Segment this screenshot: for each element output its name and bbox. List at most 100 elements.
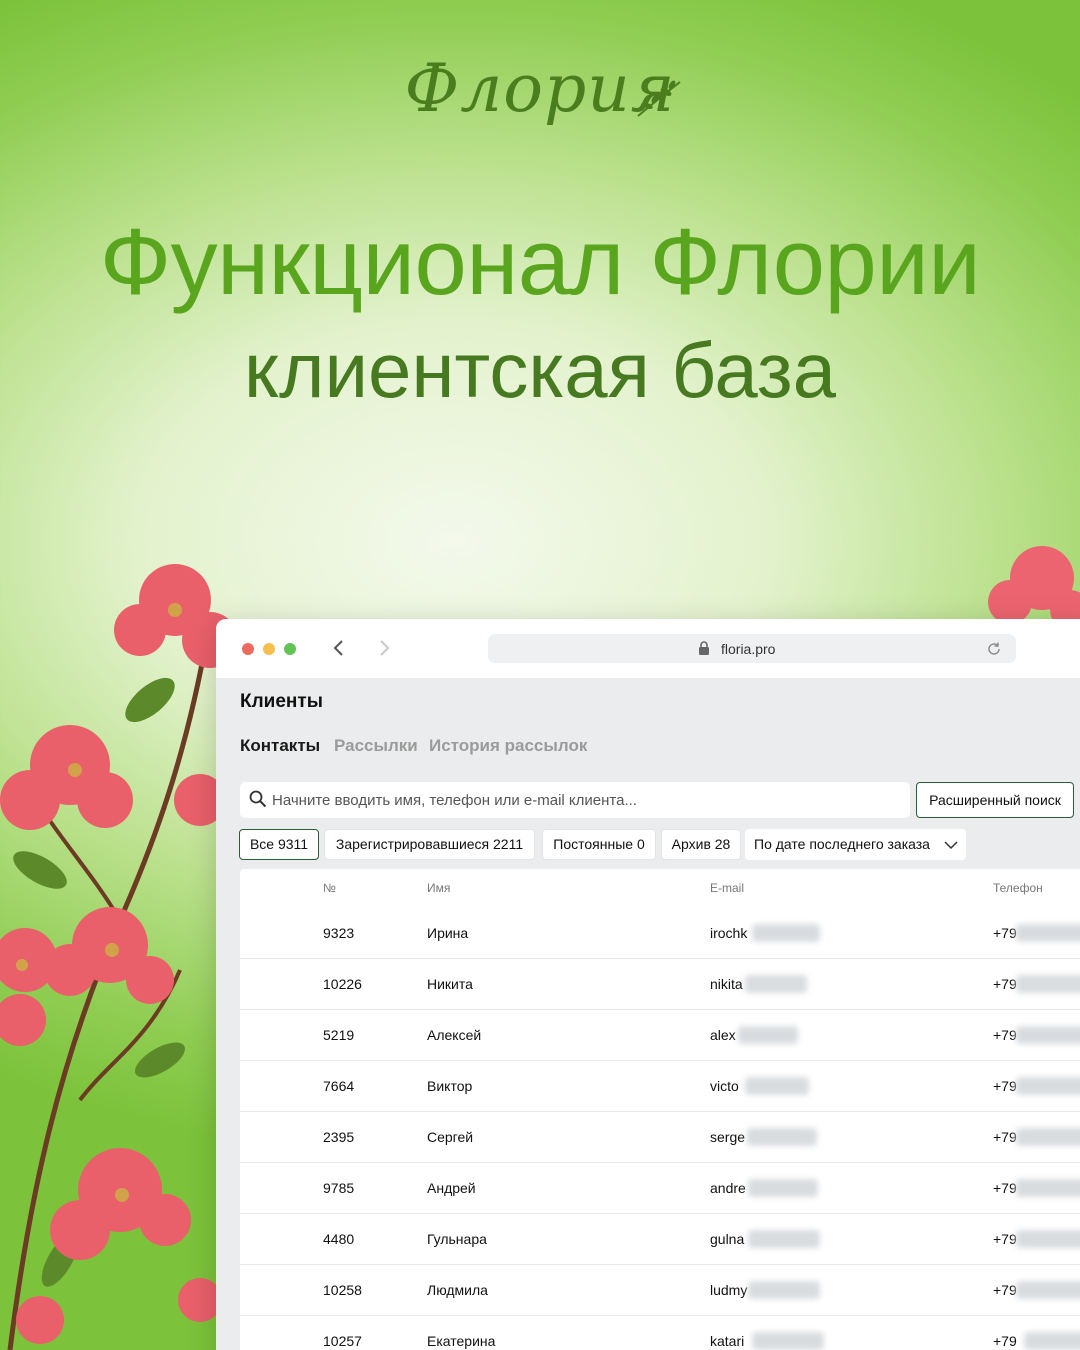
row-number: 9323 <box>323 925 355 941</box>
advanced-search-button[interactable]: Расширенный поиск <box>916 782 1074 818</box>
back-arrow-icon[interactable] <box>329 638 349 658</box>
phone-redaction <box>1016 1128 1080 1146</box>
column-header-name[interactable]: Имя <box>427 881 450 895</box>
flower-branch-illustration <box>0 564 230 1350</box>
email-redaction <box>745 1077 809 1095</box>
row-number: 5219 <box>323 1027 355 1043</box>
client-search <box>240 782 910 818</box>
table-row[interactable]: 9785 Андрей andre +79 <box>240 1163 1080 1214</box>
browser-window: floria.pro Клиенты Контакты Рассылки Ист… <box>216 619 1080 1350</box>
column-header-phone[interactable]: Телефон <box>993 881 1043 895</box>
clients-table: № Имя E-mail Телефон 9323 Ирина irochk +… <box>240 869 1080 1350</box>
table-row[interactable]: 9323 Ирина irochk +79 <box>240 908 1080 959</box>
row-email: ludmy <box>710 1282 748 1298</box>
tab-mailings[interactable]: Рассылки <box>334 736 418 756</box>
minimize-window-button[interactable] <box>263 643 275 655</box>
phone-redaction <box>1024 1332 1080 1350</box>
flower-corner-illustration <box>988 546 1080 630</box>
email-redaction <box>748 1179 818 1197</box>
row-number: 2395 <box>323 1129 355 1145</box>
column-header-number[interactable]: № <box>323 881 336 895</box>
row-email: victo <box>710 1078 739 1094</box>
row-phone: +79 <box>993 1333 1017 1349</box>
filter-registered[interactable]: Зарегистрировавшиеся 2211 <box>324 829 535 860</box>
row-number: 10226 <box>323 976 362 992</box>
email-redaction <box>752 924 820 942</box>
reload-icon[interactable] <box>986 641 1002 657</box>
row-phone: +79 <box>993 1231 1017 1247</box>
row-name: Виктор <box>427 1078 473 1094</box>
email-redaction <box>748 1230 820 1248</box>
search-input[interactable] <box>272 782 892 818</box>
address-bar[interactable]: floria.pro <box>488 634 1016 663</box>
email-redaction <box>752 1332 824 1350</box>
row-email: nikita <box>710 976 743 992</box>
row-name: Никита <box>427 976 473 992</box>
sort-selected-label: По дате последнего заказа <box>754 836 930 852</box>
phone-redaction <box>1016 1179 1080 1197</box>
table-row[interactable]: 4480 Гульнара gulna +79 <box>240 1214 1080 1265</box>
table-row[interactable]: 10226 Никита nikita +79 <box>240 959 1080 1010</box>
row-email: andre <box>710 1180 746 1196</box>
row-phone: +79 <box>993 1180 1017 1196</box>
email-redaction <box>748 1281 820 1299</box>
row-name: Андрей <box>427 1180 476 1196</box>
column-header-email[interactable]: E-mail <box>710 881 744 895</box>
tab-mailing-history[interactable]: История рассылок <box>429 736 587 756</box>
row-name: Сергей <box>427 1129 474 1145</box>
phone-redaction <box>1016 1077 1080 1095</box>
floria-logo: Флория <box>0 50 1080 127</box>
phone-redaction <box>1016 924 1080 942</box>
row-name: Гульнара <box>427 1231 487 1247</box>
row-phone: +79 <box>993 1129 1017 1145</box>
logo-text: Флория <box>404 50 676 127</box>
row-phone: +79 <box>993 1282 1017 1298</box>
tab-contacts[interactable]: Контакты <box>240 736 320 756</box>
maximize-window-button[interactable] <box>284 643 296 655</box>
row-email: alex <box>710 1027 736 1043</box>
phone-redaction <box>1016 1281 1080 1299</box>
phone-redaction <box>1016 1026 1080 1044</box>
row-phone: +79 <box>993 925 1017 941</box>
filter-archive[interactable]: Архив 28 <box>661 829 741 860</box>
forward-arrow-icon[interactable] <box>374 638 394 658</box>
table-row[interactable]: 5219 Алексей alex +79 <box>240 1010 1080 1061</box>
row-email: gulna <box>710 1231 745 1247</box>
row-number: 7664 <box>323 1078 355 1094</box>
row-phone: +79 <box>993 1078 1017 1094</box>
row-name: Екатерина <box>427 1333 496 1349</box>
row-number: 4480 <box>323 1231 355 1247</box>
row-phone: +79 <box>993 1027 1017 1043</box>
row-number: 10258 <box>323 1282 362 1298</box>
subheadline: клиентская база <box>243 326 837 414</box>
row-name: Алексей <box>427 1027 482 1043</box>
phone-redaction <box>1016 975 1080 993</box>
close-window-button[interactable] <box>242 643 254 655</box>
email-redaction <box>747 1128 817 1146</box>
table-row[interactable]: 10258 Людмила ludmy +79 <box>240 1265 1080 1316</box>
table-row[interactable]: 7664 Виктор victo +79 <box>240 1061 1080 1112</box>
table-row[interactable]: 2395 Сергей serge +79 <box>240 1112 1080 1163</box>
email-redaction <box>745 975 807 993</box>
lock-icon <box>699 641 709 655</box>
row-email: serge <box>710 1129 746 1145</box>
browser-titlebar: floria.pro <box>216 619 1080 678</box>
filter-all[interactable]: Все 9311 <box>239 829 319 860</box>
row-number: 9785 <box>323 1180 355 1196</box>
page-title: Клиенты <box>240 691 323 712</box>
phone-redaction <box>1016 1230 1080 1248</box>
chevron-down-icon <box>944 841 958 850</box>
email-redaction <box>738 1026 798 1044</box>
search-icon <box>249 790 267 808</box>
table-row[interactable]: 10257 Екатерина katari +79 <box>240 1316 1080 1350</box>
leaf-sprig-icon <box>637 80 681 117</box>
filter-regular[interactable]: Постоянные 0 <box>542 829 656 860</box>
row-email: katari <box>710 1333 745 1349</box>
url-text: floria.pro <box>721 641 776 657</box>
sort-select[interactable]: По дате последнего заказа <box>745 829 966 860</box>
row-name: Людмила <box>427 1282 488 1298</box>
row-phone: +79 <box>993 976 1017 992</box>
row-email: irochk <box>710 925 748 941</box>
row-name: Ирина <box>427 925 469 941</box>
row-number: 10257 <box>323 1333 362 1349</box>
